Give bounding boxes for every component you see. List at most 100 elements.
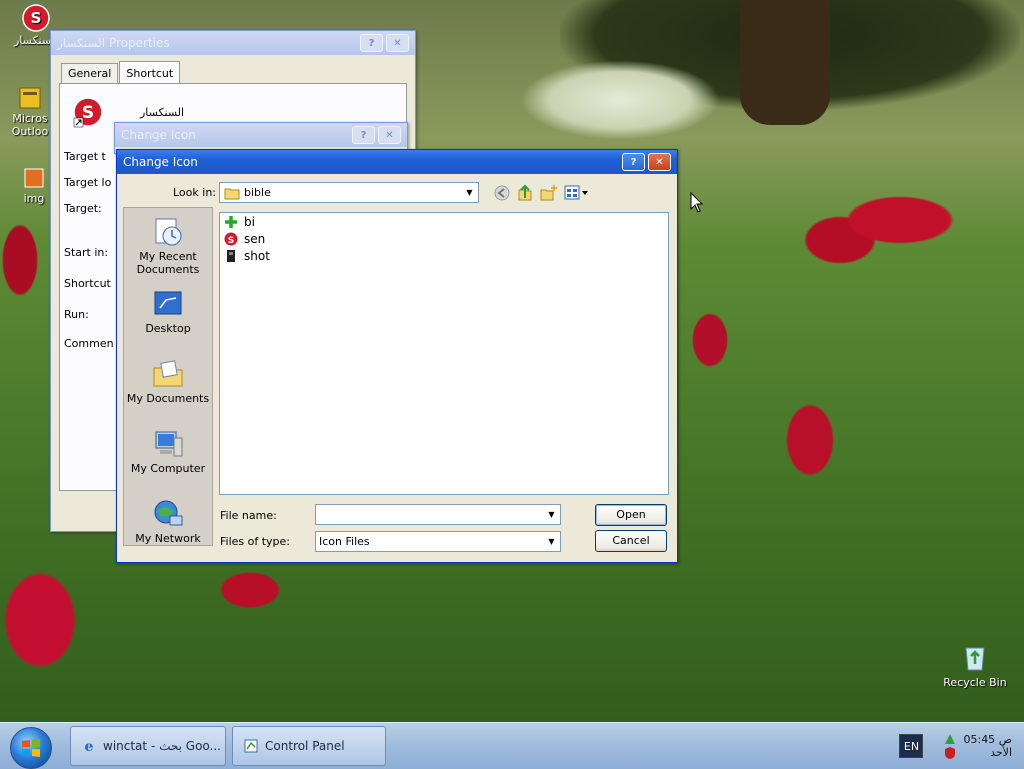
clock-day: الأحد — [990, 746, 1012, 759]
place-label: My Documents — [126, 392, 210, 405]
taskbar-item-browser[interactable]: e winctat - بحث Goo... — [70, 726, 226, 766]
run-label: Run: — [64, 308, 89, 321]
place-my-documents[interactable]: My Documents — [124, 358, 212, 405]
tab-general[interactable]: General — [61, 63, 119, 83]
clock-time: 05:45 ص — [963, 733, 1012, 746]
taskbar-item-control-panel[interactable]: Control Panel — [232, 726, 386, 766]
shortcut-key-label: Shortcut — [64, 277, 111, 290]
taskbar-item-label: Control Panel — [265, 739, 345, 753]
place-my-computer[interactable]: My Computer — [124, 428, 212, 475]
place-label: My Computer — [130, 462, 206, 475]
open-button[interactable]: Open — [595, 504, 667, 526]
back-icon[interactable] — [494, 185, 510, 201]
desktop-icon-label: Recycle Bin — [943, 676, 1007, 689]
ie-icon: e — [85, 739, 94, 754]
security-shield-icon[interactable] — [943, 746, 957, 760]
file-name: sen — [244, 232, 266, 246]
close-button[interactable]: ✕ — [378, 126, 401, 144]
taskbar-item-label: winctat - بحث Goo... — [103, 739, 221, 753]
place-desktop[interactable]: Desktop — [124, 288, 212, 335]
change-icon-titlebar-inactive[interactable]: Change Icon ? ✕ — [115, 123, 407, 147]
files-of-type-label: Files of type: — [220, 535, 291, 548]
language-indicator[interactable]: EN — [899, 734, 924, 758]
list-item[interactable]: bi — [224, 215, 255, 229]
comment-label: Commen — [64, 337, 114, 350]
files-of-type-value: Icon Files — [319, 535, 370, 548]
svg-text:S: S — [82, 103, 94, 123]
cancel-button[interactable]: Cancel — [595, 530, 667, 552]
start-button[interactable] — [10, 727, 52, 769]
recent-documents-icon — [155, 218, 182, 246]
start-in-label: Start in: — [64, 246, 109, 259]
svg-text:S: S — [31, 9, 42, 27]
desktop-icon — [154, 291, 182, 315]
folder-icon — [224, 188, 240, 199]
files-of-type-combo[interactable]: Icon Files ▼ — [315, 531, 561, 552]
up-folder-icon[interactable] — [517, 184, 533, 202]
close-button[interactable]: ✕ — [648, 153, 671, 171]
views-menu-icon[interactable] — [564, 185, 590, 201]
svg-text:S: S — [228, 236, 234, 246]
list-item[interactable]: shot — [224, 249, 270, 263]
target-type-label: Target t — [64, 150, 106, 163]
mouse-cursor-icon — [690, 192, 704, 213]
file-name: shot — [244, 249, 270, 263]
tab-shortcut[interactable]: Shortcut — [119, 61, 181, 83]
look-in-combo[interactable]: bible ▼ — [219, 182, 479, 203]
place-label: Desktop — [145, 322, 191, 335]
system-tray: EN 05:45 ص الأحد — [899, 723, 1024, 769]
help-button[interactable]: ? — [360, 34, 383, 52]
windows-logo-icon — [22, 739, 40, 757]
my-documents-icon — [153, 360, 183, 387]
change-icon-title-inactive: Change Icon — [121, 128, 196, 142]
taskbar: e winctat - بحث Goo... Control Panel EN … — [0, 722, 1024, 769]
place-label: My Recent Documents — [136, 250, 200, 276]
network-status-icon[interactable] — [943, 732, 957, 746]
desktop-icon-label: Micros Outloo — [11, 112, 49, 138]
image-file-icon — [24, 168, 44, 188]
file-name-input[interactable]: ▼ — [315, 504, 561, 525]
properties-tabs: General Shortcut — [61, 61, 181, 83]
file-list[interactable]: bi S sen shot — [219, 212, 669, 495]
green-cross-icon — [225, 216, 237, 228]
control-panel-icon — [244, 739, 258, 753]
list-item[interactable]: S sen — [224, 232, 265, 246]
desktop-icon-outlook[interactable]: Micros Outloo — [10, 86, 50, 138]
help-button[interactable]: ? — [352, 126, 375, 144]
chevron-down-icon[interactable]: ▼ — [543, 532, 560, 551]
shortcut-s-icon: S — [73, 97, 103, 128]
properties-title: السنكسار Properties — [57, 36, 170, 50]
sky-patch — [520, 60, 720, 140]
properties-titlebar[interactable]: السنكسار Properties ? ✕ — [51, 31, 415, 55]
tray-icons — [943, 732, 957, 760]
file-name-label: File name: — [220, 509, 277, 522]
place-my-network[interactable]: My Network — [124, 498, 212, 545]
chevron-down-icon[interactable]: ▼ — [543, 505, 560, 524]
target-location-label: Target lo — [64, 176, 112, 189]
desktop-icon-recycle-bin[interactable]: Recycle Bin — [940, 640, 1010, 689]
dialog-titlebar[interactable]: Change Icon ? ✕ — [117, 150, 677, 174]
place-recent-documents[interactable]: My Recent Documents — [124, 216, 212, 276]
help-button[interactable]: ? — [622, 153, 645, 171]
tree-trunk — [740, 0, 830, 125]
close-button[interactable]: ✕ — [386, 34, 409, 52]
black-file-icon — [227, 250, 235, 262]
look-in-value: bible — [244, 186, 271, 199]
recycle-bin-icon — [965, 647, 985, 671]
file-name: bi — [244, 215, 255, 229]
my-computer-icon — [155, 431, 183, 457]
shortcut-name: السنكسار — [140, 106, 185, 119]
place-label: My Network — [135, 532, 201, 545]
svg-text:e: e — [85, 739, 94, 754]
dialog-title: Change Icon — [123, 155, 198, 169]
desktop-icon-label: img — [23, 192, 45, 205]
outlook-icon — [19, 87, 41, 109]
change-icon-dialog[interactable]: Change Icon ? ✕ Look in: bible ▼ My Rece… — [116, 149, 678, 563]
places-bar: My Recent Documents Desktop My Documents — [123, 207, 213, 546]
red-s-icon: S — [224, 232, 238, 246]
new-folder-icon[interactable] — [540, 184, 558, 202]
target-label: Target: — [64, 202, 102, 215]
desktop-icon-img[interactable]: img — [18, 166, 50, 205]
chevron-down-icon[interactable]: ▼ — [461, 183, 478, 202]
clock[interactable]: 05:45 ص الأحد — [963, 733, 1024, 759]
